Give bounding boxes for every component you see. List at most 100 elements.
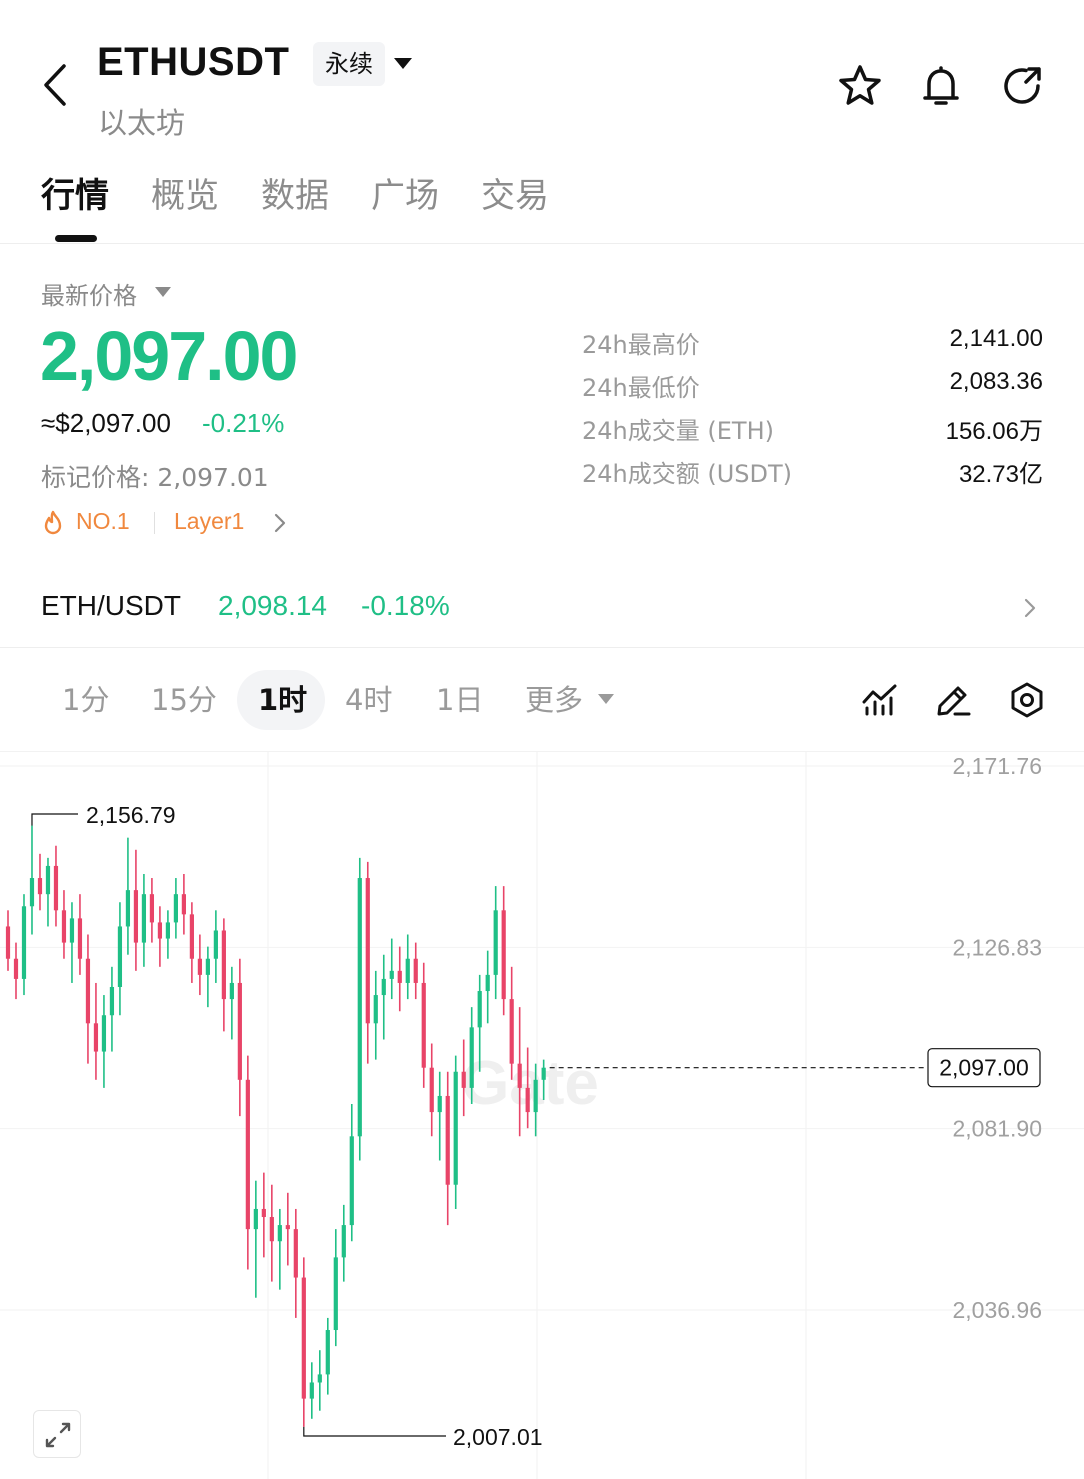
candle-body <box>533 1079 538 1113</box>
tab-data[interactable]: 数据 <box>261 168 329 217</box>
candle-body <box>389 970 394 979</box>
tab-overview[interactable]: 概览 <box>151 168 219 217</box>
high-price-label: 2,156.79 <box>86 802 176 828</box>
stat-label-high: 24h最高价 <box>582 331 700 359</box>
symbol-title: ETHUSDT <box>97 40 290 84</box>
interval-15m[interactable]: 15分 <box>151 680 217 720</box>
candle-body <box>149 894 155 923</box>
y-tick-label: 2,081.90 <box>952 1116 1042 1142</box>
interval-1m[interactable]: 1分 <box>62 680 109 720</box>
candle-body <box>205 958 210 975</box>
candle-body <box>133 890 139 943</box>
interval-1h[interactable]: 1时 <box>258 680 307 720</box>
candle-body <box>285 1225 290 1230</box>
candle-body <box>117 926 123 987</box>
tab-square[interactable]: 广场 <box>371 168 439 217</box>
caret-down-icon[interactable] <box>598 694 614 704</box>
low-price-label: 2,007.01 <box>453 1424 543 1450</box>
stat-value-low: 2,083.36 <box>949 368 1043 395</box>
indicator-icon[interactable] <box>860 680 900 720</box>
stat-label-low: 24h最低价 <box>582 374 700 402</box>
tab-market[interactable]: 行情 <box>41 168 109 217</box>
contract-type-selector[interactable]: 永续 <box>313 42 385 86</box>
rank-tag[interactable]: NO.1 <box>76 508 130 535</box>
y-tick-label: 2,126.83 <box>952 934 1042 960</box>
interval-1d[interactable]: 1日 <box>436 680 483 720</box>
candle-body <box>365 878 370 1024</box>
high-marker-line <box>31 813 78 826</box>
candle-body <box>373 995 378 1024</box>
candle-body <box>261 1208 266 1218</box>
candle-body <box>181 894 186 915</box>
interval-more[interactable]: 更多 <box>525 680 583 720</box>
candle-body <box>429 1067 434 1113</box>
candle-body <box>405 958 410 983</box>
candle-body <box>333 1257 338 1331</box>
candle-body <box>53 865 59 911</box>
expand-chart-button[interactable] <box>33 1410 81 1458</box>
candle-body <box>85 958 91 1024</box>
star-icon[interactable] <box>836 62 884 110</box>
bell-icon[interactable] <box>917 62 965 110</box>
caret-down-icon[interactable] <box>155 287 171 297</box>
flame-icon <box>44 510 62 535</box>
candle-body <box>93 1023 99 1052</box>
candles <box>5 825 546 1427</box>
candle-body <box>469 1027 474 1088</box>
draw-icon[interactable] <box>933 680 973 720</box>
candle-body <box>461 1071 466 1088</box>
candle-body <box>325 1330 330 1375</box>
low-marker-line <box>303 1426 446 1437</box>
candle-body <box>269 1217 274 1242</box>
settings-icon[interactable] <box>1007 680 1047 720</box>
candle-body <box>165 922 170 939</box>
spot-pair-link[interactable]: ETH/USDT <box>41 590 181 622</box>
active-tab-indicator <box>55 235 97 242</box>
candle-body <box>317 1374 322 1383</box>
chevron-down-icon[interactable] <box>394 58 412 69</box>
refresh-share-icon[interactable] <box>998 62 1046 110</box>
candle-body <box>437 1095 442 1113</box>
candle-body <box>29 878 35 907</box>
candle-body <box>125 890 131 927</box>
candle-body <box>245 1079 250 1230</box>
y-axis-labels: 2,171.76 2,126.83 2,081.90 2,036.96 <box>952 753 1042 1323</box>
usd-price: ≈$2,097.00 <box>41 408 171 438</box>
spot-change-percent: -0.18% <box>361 590 450 621</box>
candle-body <box>61 910 67 943</box>
candle-body <box>397 970 402 983</box>
candle-body <box>197 958 202 975</box>
candle-body <box>189 914 194 959</box>
candle-body <box>541 1067 546 1080</box>
candle-body <box>77 918 83 959</box>
candle-body <box>141 894 147 943</box>
current-price-label: 2,097.00 <box>939 1055 1029 1081</box>
back-arrow-icon[interactable] <box>36 60 76 110</box>
stat-value-turnover: 32.73亿 <box>958 461 1043 488</box>
chevron-right-icon[interactable] <box>270 509 290 537</box>
sector-tag[interactable]: Layer1 <box>174 508 244 535</box>
candle-body <box>45 865 51 895</box>
tab-trade[interactable]: 交易 <box>481 168 549 217</box>
interval-4h[interactable]: 4时 <box>345 680 392 720</box>
chevron-right-icon[interactable] <box>1020 593 1040 623</box>
candle-body <box>5 926 11 959</box>
stat-value-volume: 156.06万 <box>945 418 1043 445</box>
candle-body <box>157 922 163 939</box>
mark-price: 标记价格: 2,097.01 <box>41 463 269 492</box>
expand-icon <box>45 1422 71 1448</box>
candle-body <box>229 982 234 1000</box>
candle-body <box>477 991 482 1028</box>
candle-body <box>357 878 362 1137</box>
candle-body <box>341 1225 346 1258</box>
candlestick-chart[interactable]: Gate 2,156.792,007.012,097.00 2,171.762,… <box>0 752 1084 1479</box>
candle-body <box>485 974 490 992</box>
divider <box>154 512 155 534</box>
divider <box>0 243 1084 244</box>
candle-body <box>221 930 226 1000</box>
stat-label-turnover: 24h成交额 (USDT) <box>582 460 793 488</box>
chart-watermark: Gate <box>461 1049 599 1118</box>
candle-body <box>493 910 498 975</box>
candle-body <box>293 1229 298 1278</box>
price-type-selector[interactable]: 最新价格 <box>41 276 137 311</box>
